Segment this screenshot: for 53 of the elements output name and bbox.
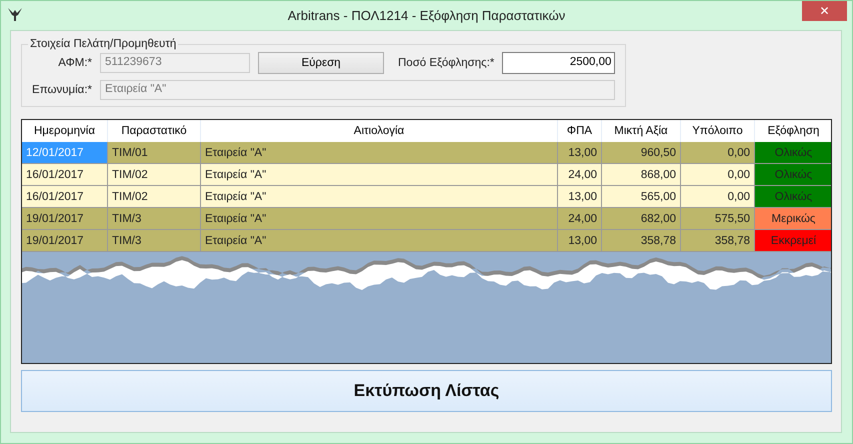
status-cell: Ολικώς [755,186,831,208]
field-label: Επωνυμία:* [31,84,92,96]
close-button[interactable]: ✕ [802,1,847,21]
table-cell: TIM/02 [108,164,201,186]
status-cell: Εκκρεμεί [755,230,831,252]
table-cell[interactable]: 16/01/2017 [22,164,108,186]
column-header[interactable]: Αιτιολογία [201,120,558,142]
table-cell: 13,00 [558,186,602,208]
table-cell: Εταιρεία "Α" [201,164,558,186]
table-cell: TIM/02 [108,186,201,208]
table-cell[interactable]: 19/01/2017 [22,208,108,230]
table-cell[interactable]: 19/01/2017 [22,230,108,252]
group-title: Στοιχεία Πελάτη/Προμηθευτή [29,38,178,50]
table-cell: TIM/3 [108,208,201,230]
table-cell: 0,00 [681,186,755,208]
column-header[interactable]: Εξόφληση [755,120,831,142]
input-field[interactable]: 511239673 [100,53,250,73]
table-cell: 358,78 [681,230,755,252]
column-header[interactable]: Ημερομηνία [22,120,108,142]
table-cell[interactable]: 16/01/2017 [22,186,108,208]
table-cell: 960,50 [602,142,681,164]
table-cell: 13,00 [558,142,602,164]
table-cell: 0,00 [681,142,755,164]
table-cell: 24,00 [558,164,602,186]
table-cell: Εταιρεία "Α" [201,230,558,252]
input-field[interactable]: 2500,00 [502,52,616,74]
table-cell: TIM/3 [108,230,201,252]
table-cell: 575,50 [681,208,755,230]
table-cell: Εταιρεία "Α" [201,142,558,164]
table-cell: Εταιρεία "Α" [201,186,558,208]
status-cell: Μερικώς [755,208,831,230]
table-cell: Εταιρεία "Α" [201,208,558,230]
table-cell: 565,00 [602,186,681,208]
find-button[interactable]: Εύρεση [258,52,384,74]
status-cell: Ολικώς [755,142,831,164]
field-label: Ποσό Εξόφλησης:* [398,57,494,69]
column-header[interactable]: Υπόλοιπο [681,120,755,142]
column-header[interactable]: ΦΠΑ [558,120,602,142]
status-cell: Ολικώς [755,164,831,186]
column-header[interactable]: Παραστατικό [108,120,201,142]
table-cell: 0,00 [681,164,755,186]
window-title: Arbitrans - ΠΟΛ1214 - Εξόφληση Παραστατικών [288,8,566,23]
eagle-icon [7,6,23,22]
print-button[interactable]: Εκτύπωση Λίστας [21,370,832,412]
table-cell: 24,00 [558,208,602,230]
table-cell: 358,78 [602,230,681,252]
input-field[interactable]: Εταιρεία "Α" [100,80,616,100]
field-label: ΑΦΜ:* [57,57,92,69]
column-header[interactable]: Μικτή Αξία [602,120,681,142]
table-cell: 868,00 [602,164,681,186]
table-cell: TIM/01 [108,142,201,164]
table-cell: 13,00 [558,230,602,252]
table-cell: 682,00 [602,208,681,230]
